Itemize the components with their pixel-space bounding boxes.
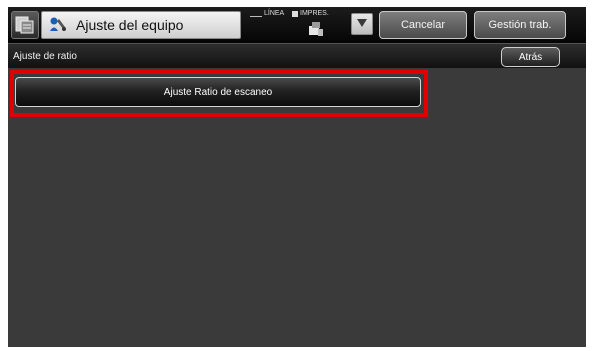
mode-title-box: Ajuste del equipo bbox=[41, 11, 241, 39]
printer-icon bbox=[308, 21, 324, 37]
sub-header-bar: Ajuste de ratio Atrás bbox=[8, 43, 586, 68]
line-indicator bbox=[250, 16, 262, 17]
top-bar: Ajuste del equipo LÍNEA IMPRES. Cancelar… bbox=[8, 7, 586, 43]
print-status-label: IMPRES. bbox=[300, 10, 329, 17]
job-management-button[interactable]: Gestión trab. bbox=[474, 11, 566, 39]
scan-ratio-adjust-label: Ajuste Ratio de escaneo bbox=[163, 86, 273, 98]
dropdown-arrow-icon bbox=[356, 15, 368, 33]
settings-icon bbox=[48, 15, 68, 35]
job-management-button-label: Gestión trab. bbox=[488, 19, 552, 31]
line-status-label: LÍNEA bbox=[264, 10, 285, 17]
scan-ratio-adjust-button[interactable]: Ajuste Ratio de escaneo bbox=[15, 77, 421, 107]
device-screen: Ajuste del equipo LÍNEA IMPRES. Cancelar… bbox=[8, 7, 586, 347]
print-status: IMPRES. bbox=[292, 10, 346, 40]
job-status-dropdown[interactable] bbox=[351, 13, 373, 35]
back-button[interactable]: Atrás bbox=[501, 47, 560, 67]
print-indicator bbox=[292, 11, 298, 17]
back-button-label: Atrás bbox=[518, 51, 543, 63]
page-title: Ajuste del equipo bbox=[76, 17, 184, 33]
section-title: Ajuste de ratio bbox=[13, 51, 77, 62]
copy-icon[interactable] bbox=[11, 11, 39, 39]
cancel-button-label: Cancelar bbox=[400, 19, 446, 31]
cancel-button[interactable]: Cancelar bbox=[379, 11, 467, 39]
line-status: LÍNEA bbox=[250, 10, 292, 40]
